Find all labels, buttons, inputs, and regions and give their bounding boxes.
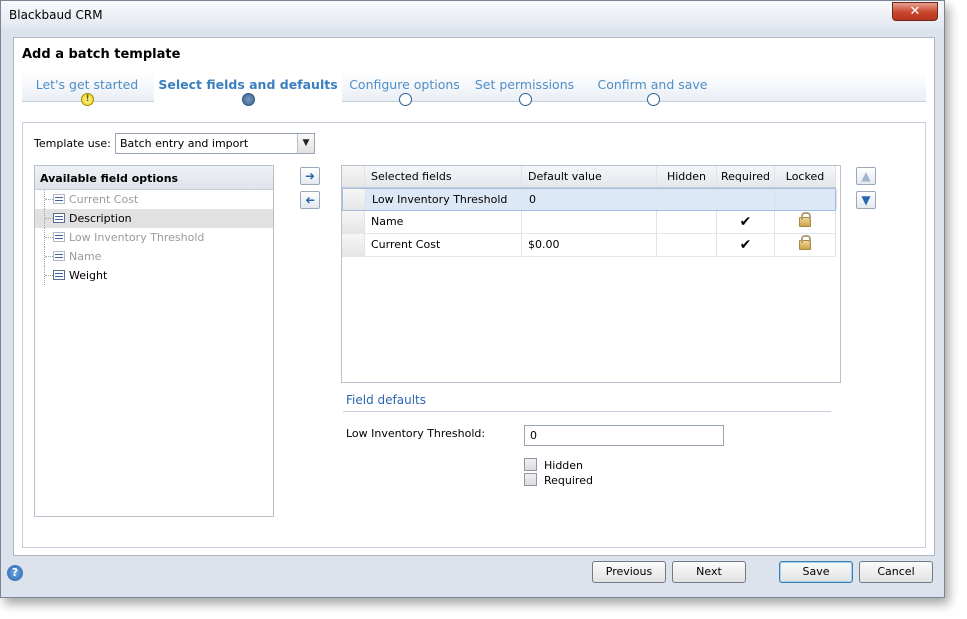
hidden-checkbox-label: Hidden [544, 459, 584, 472]
hidden-checkbox[interactable] [524, 458, 537, 471]
arrow-down-icon: ▼ [861, 193, 871, 207]
field-icon [53, 213, 65, 223]
step-current-dot-icon [242, 93, 255, 106]
move-up-button[interactable]: ▲ [856, 167, 876, 185]
row-header-cell[interactable] [342, 234, 365, 256]
chevron-down-icon[interactable]: ▼ [297, 134, 314, 153]
list-item[interactable]: Name [35, 247, 273, 266]
cell-hidden[interactable] [657, 211, 717, 233]
wizard-steps: Let's get started ! Select fields and de… [22, 72, 926, 106]
add-field-button[interactable]: ➜ [300, 167, 320, 185]
save-button[interactable]: Save [779, 561, 853, 583]
cell-required[interactable]: ✔ [717, 211, 775, 233]
step-configure-options[interactable]: Configure options [347, 72, 462, 106]
step-select-fields[interactable]: Select fields and defaults [154, 72, 342, 106]
step-confirm-and-save[interactable]: Confirm and save [585, 72, 720, 106]
selected-fields-grid: Selected fields Default value Hidden Req… [341, 165, 841, 383]
field-label: Name [69, 250, 102, 263]
page-title: Add a batch template [22, 47, 181, 62]
cell-required[interactable] [718, 189, 776, 210]
cell-field[interactable]: Low Inventory Threshold [366, 189, 523, 210]
table-row[interactable]: Current Cost $0.00 ✔ [342, 234, 836, 257]
step-label: Select fields and defaults [158, 77, 338, 92]
field-label: Low Inventory Threshold [69, 231, 205, 244]
template-use-value: Batch entry and import [120, 137, 249, 150]
close-button[interactable]: ✕ [892, 2, 938, 21]
cell-field[interactable]: Name [365, 211, 522, 233]
column-header-selected-fields[interactable]: Selected fields [365, 166, 522, 187]
step-label: Confirm and save [597, 77, 708, 92]
cell-field[interactable]: Current Cost [365, 234, 522, 256]
field-icon [53, 232, 65, 242]
cancel-button[interactable]: Cancel [859, 561, 933, 583]
cell-hidden[interactable] [658, 189, 718, 210]
template-use-select[interactable]: Batch entry and import ▼ [115, 133, 315, 154]
lock-icon [799, 235, 811, 250]
footer-bar: ? Previous Next Save Cancel [1, 557, 944, 597]
field-icon [53, 270, 65, 280]
window-title: Blackbaud CRM [9, 8, 103, 22]
section-divider [343, 411, 831, 412]
step-dot-icon [518, 93, 532, 106]
list-item[interactable]: Description [35, 209, 273, 228]
cell-hidden[interactable] [657, 234, 717, 256]
step-set-permissions[interactable]: Set permissions [467, 72, 582, 106]
required-checkbox-label: Required [544, 474, 593, 487]
field-icon [53, 251, 65, 261]
template-use-label: Template use: [34, 137, 111, 150]
next-button[interactable]: Next [672, 561, 746, 583]
remove-field-button[interactable]: ➜ [300, 191, 320, 209]
cell-default-value[interactable]: $0.00 [522, 234, 657, 256]
list-item[interactable]: Current Cost [35, 190, 273, 209]
step-lets-get-started[interactable]: Let's get started ! [22, 72, 152, 106]
column-header-hidden[interactable]: Hidden [657, 166, 717, 187]
table-row[interactable]: Low Inventory Threshold 0 [342, 188, 837, 211]
cell-default-value[interactable] [522, 211, 657, 233]
field-label: Weight [69, 269, 108, 282]
warning-icon: ! [81, 93, 94, 106]
arrow-left-icon: ➜ [304, 193, 316, 207]
column-header-locked[interactable]: Locked [775, 166, 836, 187]
list-item[interactable]: Low Inventory Threshold [35, 228, 273, 247]
content-panel: Template use: Batch entry and import ▼ A… [22, 122, 926, 548]
previous-button[interactable]: Previous [592, 561, 666, 583]
dialog-window: Blackbaud CRM ✕ Add a batch template Let… [0, 0, 945, 598]
move-down-button[interactable]: ▼ [856, 191, 876, 209]
arrow-up-icon: ▲ [861, 169, 871, 183]
cell-locked[interactable] [775, 211, 836, 233]
field-defaults-title: Field defaults [346, 393, 426, 407]
step-label: Set permissions [474, 77, 575, 92]
row-header-cell[interactable] [343, 189, 366, 210]
list-item[interactable]: Weight [35, 266, 273, 285]
available-fields-header: Available field options [35, 166, 273, 190]
cell-default-value[interactable]: 0 [523, 189, 658, 210]
threshold-label: Low Inventory Threshold: [346, 427, 486, 440]
cell-locked[interactable] [776, 189, 837, 210]
cell-locked[interactable] [775, 234, 836, 256]
table-row[interactable]: Name ✔ [342, 211, 836, 234]
required-checkbox[interactable] [524, 473, 537, 486]
batch-template-dialog: Add a batch template Let's get started !… [13, 37, 935, 556]
row-header-cell[interactable] [342, 211, 365, 233]
step-label: Configure options [349, 77, 460, 92]
cell-required[interactable]: ✔ [717, 234, 775, 256]
title-bar: Blackbaud CRM ✕ [1, 1, 944, 29]
arrow-right-icon: ➜ [304, 169, 316, 183]
step-label: Let's get started [35, 77, 139, 92]
step-dot-icon [398, 93, 412, 106]
lock-icon [799, 212, 811, 227]
checkmark-icon: ✔ [739, 214, 752, 230]
available-fields-panel: Available field options Current Cost Des… [34, 165, 274, 517]
row-header-cell [342, 166, 365, 187]
field-icon [53, 194, 65, 204]
field-label: Current Cost [69, 193, 139, 206]
column-header-required[interactable]: Required [717, 166, 775, 187]
step-dot-icon [646, 93, 660, 106]
threshold-input[interactable]: 0 [524, 425, 724, 446]
column-header-default-value[interactable]: Default value [522, 166, 657, 187]
help-icon[interactable]: ? [7, 565, 23, 581]
checkmark-icon: ✔ [739, 237, 752, 253]
field-label: Description [69, 212, 132, 225]
grid-header-row: Selected fields Default value Hidden Req… [342, 166, 836, 188]
